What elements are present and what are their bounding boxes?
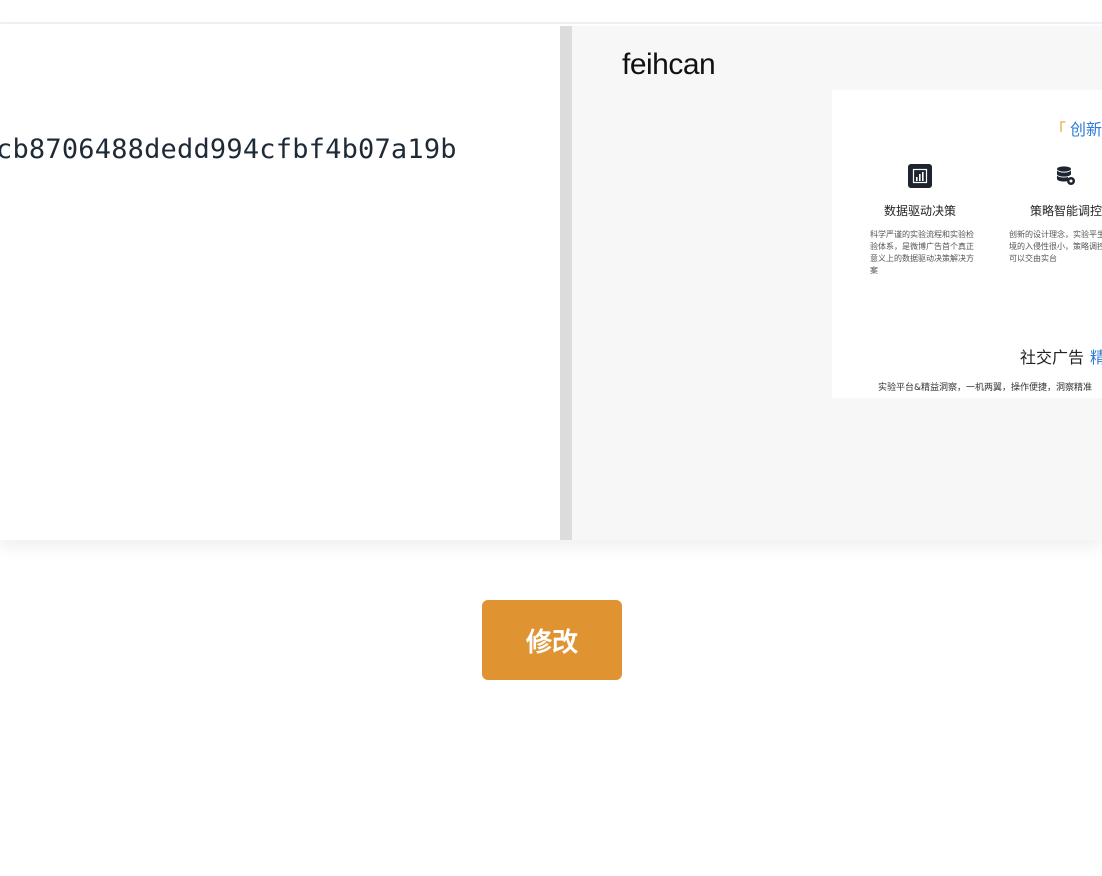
feature-title: 数据驱动决策 [883, 204, 956, 218]
brand-logo: feihcan [622, 48, 716, 81]
preview-tagline: 实验平台&精益洞察，一机两翼，操作便捷，洞察精准 [878, 383, 1093, 393]
feature-item: 数据驱动决策 科学严谨的实验流程和实验检验体系，是微博广告首个真正意义上的数据驱… [860, 164, 980, 277]
heading-word: 创新 [1070, 120, 1102, 139]
pane-divider[interactable] [560, 26, 572, 540]
feature-description: 创新的设计理念，实验平生产环境的入侵性很小，策略调控完全可以交由实台 [1009, 230, 1102, 263]
sub-heading-accent: 精 [1090, 348, 1102, 367]
heading-bracket: 「 [1050, 120, 1067, 139]
preview-sub-heading: 社交广告精 [1020, 344, 1102, 368]
feature-description: 科学严谨的实验流程和实验检验体系，是微博广告首个真正意义上的数据驱动决策解决方案 [870, 230, 974, 275]
sub-heading-text: 社交广告 [1020, 348, 1085, 367]
preview-image: 「创新 数据驱动决策 科学严谨的实验流程和实验检验体系，是微博广告首个真正意义上… [832, 90, 1102, 398]
preview-pane: feihcan 「创新 数据驱动决策 科学严谨的实验流程和实验检验体系，是微博广… [572, 26, 1102, 540]
hash-value-text: cb8706488dedd994cfbf4b07a19b [0, 134, 457, 165]
editor-panel: cb8706488dedd994cfbf4b07a19b feihcan 「创新… [0, 26, 1102, 540]
feature-title: 策略智能调控 [1029, 204, 1102, 218]
edit-button[interactable]: 修改 [482, 600, 622, 680]
preview-heading: 「创新 [1050, 116, 1102, 140]
database-gear-icon [1054, 164, 1078, 188]
bar-chart-icon [908, 164, 932, 188]
top-bar [0, 0, 1102, 24]
text-editor-pane[interactable]: cb8706488dedd994cfbf4b07a19b [0, 26, 560, 540]
feature-item: 策略智能调控 创新的设计理念，实验平生产环境的入侵性很小，策略调控完全可以交由实… [1006, 164, 1102, 265]
